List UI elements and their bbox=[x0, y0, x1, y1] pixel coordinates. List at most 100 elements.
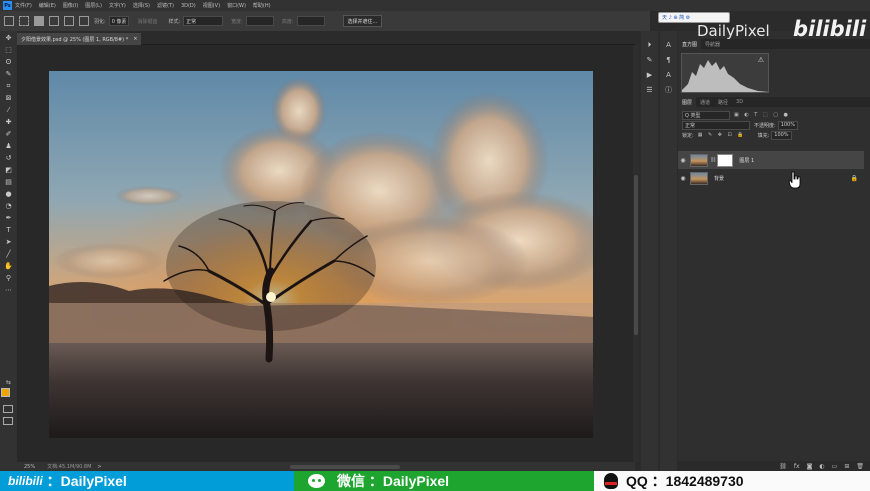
fill-input[interactable]: 100% bbox=[771, 130, 792, 140]
canvas-workspace[interactable] bbox=[17, 45, 635, 462]
rect-marquee-preset-icon[interactable] bbox=[19, 16, 29, 26]
mask-link-icon[interactable]: ⛓ bbox=[710, 157, 716, 163]
menu-type[interactable]: 文字(Y) bbox=[109, 2, 126, 9]
new-selection-icon[interactable] bbox=[34, 16, 44, 26]
zoom-tool-icon[interactable]: ⚲ bbox=[4, 274, 13, 283]
home-icon[interactable] bbox=[4, 16, 14, 26]
layer-mask-thumbnail[interactable] bbox=[717, 153, 734, 167]
layer-name[interactable]: 背景 bbox=[714, 175, 724, 182]
dodge-tool-icon[interactable]: ◔ bbox=[4, 202, 13, 211]
crop-tool-icon[interactable]: ⌗ bbox=[4, 82, 13, 91]
path-select-icon[interactable]: ➤ bbox=[4, 238, 13, 247]
eyedropper-tool-icon[interactable]: ⁄ bbox=[4, 106, 13, 115]
layers-panel-footer: ⛓ fx ◙ ◐ ▭ ⊞ 🗑 bbox=[678, 461, 870, 471]
width-input[interactable] bbox=[245, 16, 274, 26]
blend-mode-select[interactable]: 正常 bbox=[682, 120, 750, 130]
visibility-eye-icon[interactable]: ◉ bbox=[678, 175, 688, 182]
status-menu-arrow[interactable]: > bbox=[97, 464, 101, 470]
trash-icon[interactable]: 🗑 bbox=[856, 463, 864, 470]
tab-navigator[interactable]: 导航器 bbox=[701, 41, 724, 48]
tab-3d[interactable]: 3D bbox=[732, 99, 747, 105]
lasso-tool-icon[interactable]: ʘ bbox=[4, 58, 13, 67]
new-layer-icon[interactable]: ⊞ bbox=[844, 463, 849, 470]
layer-name[interactable]: 图层 1 bbox=[739, 157, 754, 164]
gradient-tool-icon[interactable]: ▤ bbox=[4, 178, 13, 187]
menu-filter[interactable]: 滤镜(T) bbox=[157, 2, 174, 9]
menu-file[interactable]: 文件(F) bbox=[15, 2, 32, 9]
healing-brush-icon[interactable]: ✚ bbox=[4, 118, 13, 127]
menu-edit[interactable]: 编辑(E) bbox=[39, 2, 56, 9]
select-and-mask-button[interactable]: 选择并遮住... bbox=[342, 15, 383, 27]
menu-window[interactable]: 窗口(W) bbox=[227, 2, 246, 9]
glyphs-panel-icon[interactable]: A bbox=[664, 71, 673, 80]
tab-histogram[interactable]: 直方图 bbox=[678, 39, 702, 49]
actions-panel-icon[interactable]: ▶ bbox=[645, 71, 654, 80]
paragraph-panel-icon[interactable]: ¶ bbox=[664, 56, 673, 65]
frame-tool-icon[interactable]: ⊠ bbox=[4, 94, 13, 103]
feather-input[interactable]: 0 像素 bbox=[108, 16, 130, 26]
menu-select[interactable]: 选择(S) bbox=[133, 2, 150, 9]
fx-icon[interactable]: fx bbox=[794, 463, 800, 470]
tab-paths[interactable]: 路径 bbox=[714, 99, 732, 106]
menu-layer[interactable]: 图层(L) bbox=[85, 2, 102, 9]
footer-bilibili-text: ：DailyPixel bbox=[46, 473, 127, 489]
brush-presets-icon[interactable]: ✎ bbox=[645, 56, 654, 65]
opacity-input[interactable]: 100% bbox=[777, 120, 798, 130]
zoom-level[interactable]: 25% bbox=[24, 464, 35, 470]
history-panel-icon[interactable]: ⏵ bbox=[645, 41, 654, 50]
move-tool-icon[interactable]: ✥ bbox=[4, 34, 13, 43]
subtract-selection-icon[interactable] bbox=[64, 16, 74, 26]
intersect-selection-icon[interactable] bbox=[79, 16, 89, 26]
menu-image[interactable]: 图像(I) bbox=[63, 2, 78, 9]
tab-layers[interactable]: 图层 bbox=[678, 97, 697, 107]
properties-panel-icon[interactable]: ☰ bbox=[645, 86, 654, 95]
link-layers-icon[interactable]: ⛓ bbox=[779, 463, 787, 470]
layers-list: ◉ ⛓ 图层 1 ◉ 背景 🔒 bbox=[678, 151, 864, 187]
histogram-warning-icon[interactable]: ⚠ bbox=[758, 56, 764, 64]
vertical-scroll-thumb[interactable] bbox=[634, 175, 638, 335]
layer-row-2[interactable]: ◉ 背景 🔒 bbox=[678, 169, 864, 187]
tab-channels[interactable]: 通道 bbox=[696, 99, 714, 106]
clone-stamp-icon[interactable]: ♟ bbox=[4, 142, 13, 151]
swap-colors-icon[interactable]: ⇆ bbox=[0, 379, 17, 388]
document-tab[interactable]: 夕阳借景效果.psd @ 25% (图层 1, RGB/8#) * × bbox=[17, 33, 142, 45]
layer-row-1[interactable]: ◉ ⛓ 图层 1 bbox=[678, 151, 864, 169]
screen-mode-icon[interactable] bbox=[3, 417, 13, 425]
layer-filter-icons[interactable]: ▣ ◐ T ⬚ ▢ ● bbox=[734, 112, 790, 118]
document-canvas[interactable] bbox=[49, 71, 593, 438]
foreground-color-swatch[interactable] bbox=[1, 388, 10, 397]
quick-mask-icon[interactable] bbox=[3, 405, 13, 413]
fill-label: 填充: bbox=[757, 132, 770, 139]
more-tools-icon[interactable]: ⋯ bbox=[4, 286, 13, 295]
close-tab-icon[interactable]: × bbox=[133, 36, 137, 42]
blur-tool-icon[interactable]: ● bbox=[4, 190, 13, 199]
line-tool-icon[interactable]: ╱ bbox=[4, 250, 13, 259]
visibility-eye-icon[interactable]: ◉ bbox=[678, 157, 688, 164]
eraser-tool-icon[interactable]: ◩ bbox=[4, 166, 13, 175]
wechat-icon bbox=[308, 474, 325, 488]
menu-3d[interactable]: 3D(D) bbox=[181, 3, 196, 9]
vertical-scrollbar[interactable] bbox=[633, 45, 639, 462]
menu-help[interactable]: 帮助(H) bbox=[253, 2, 271, 9]
quick-select-tool-icon[interactable]: ✎ bbox=[4, 70, 13, 79]
add-selection-icon[interactable] bbox=[49, 16, 59, 26]
style-select[interactable]: 正常 bbox=[183, 16, 224, 26]
character-panel-icon[interactable]: A bbox=[664, 41, 673, 50]
new-group-icon[interactable]: ▭ bbox=[832, 463, 838, 470]
brush-tool-icon[interactable]: ✐ bbox=[4, 130, 13, 139]
height-input[interactable] bbox=[296, 16, 325, 26]
menu-view[interactable]: 视图(V) bbox=[203, 2, 220, 9]
horizontal-scroll-thumb[interactable] bbox=[290, 465, 400, 469]
info-panel-icon[interactable]: ⓘ bbox=[664, 86, 673, 95]
pen-tool-icon[interactable]: ✒ bbox=[4, 214, 13, 223]
adjustment-layer-icon[interactable]: ◐ bbox=[819, 463, 824, 470]
add-mask-icon[interactable]: ◙ bbox=[807, 463, 813, 470]
lock-icons[interactable]: ▦ ✎ ✥ ⊡ 🔒 bbox=[698, 132, 746, 138]
history-brush-icon[interactable]: ↺ bbox=[4, 154, 13, 163]
marquee-tool-icon[interactable]: ⬚ bbox=[4, 46, 13, 55]
type-tool-icon[interactable]: T bbox=[4, 226, 13, 235]
antialias-checkbox[interactable]: 消除锯齿 bbox=[137, 18, 157, 25]
hand-tool-icon[interactable]: ✋ bbox=[4, 262, 13, 271]
layer-filter-select[interactable]: Q 类型 bbox=[682, 110, 730, 120]
bilibili-logo: bilibili bbox=[8, 474, 43, 488]
